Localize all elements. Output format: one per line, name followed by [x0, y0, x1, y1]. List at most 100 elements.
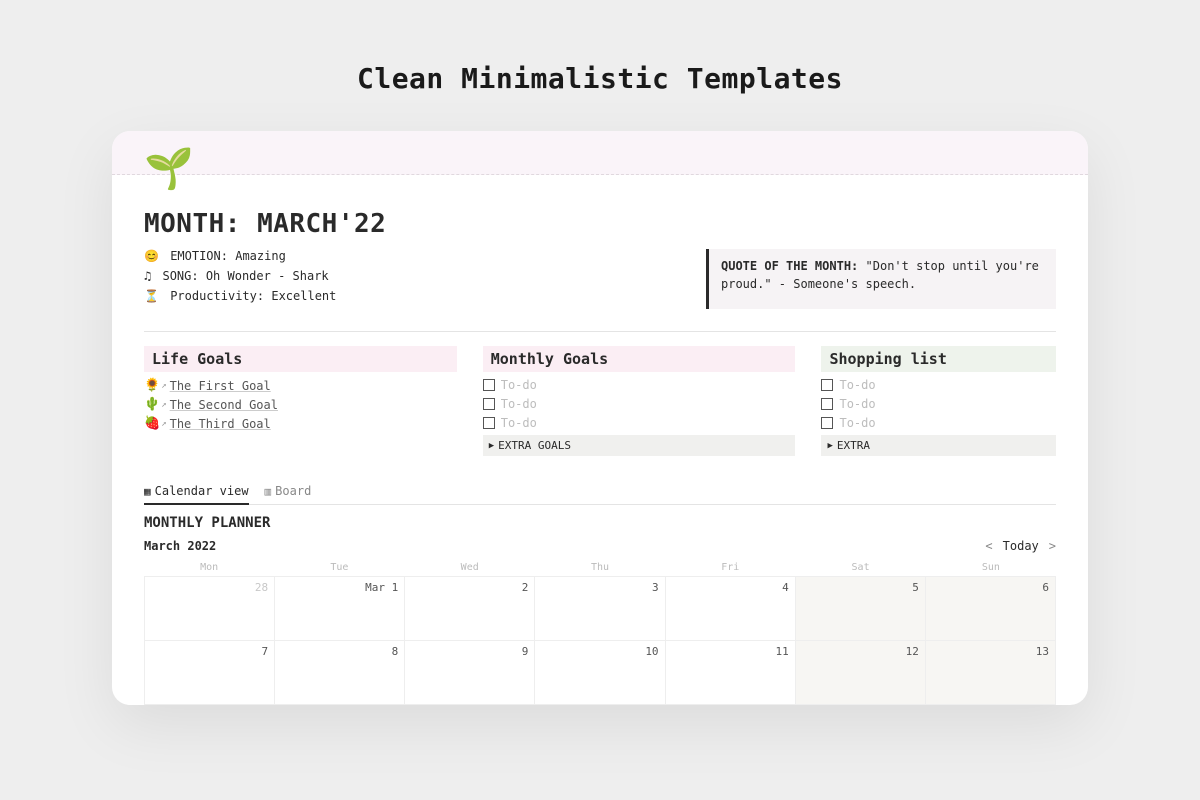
calendar-cell[interactable]: 5 — [796, 577, 926, 641]
meta-productivity[interactable]: ⏳ Productivity: Excellent — [144, 289, 674, 303]
tab-calendar-label: Calendar view — [155, 484, 249, 498]
calendar-dow: Wed — [405, 559, 535, 576]
page-title[interactable]: MONTH: MARCH'22 — [144, 209, 1056, 239]
todo-label: To-do — [501, 397, 537, 411]
life-goals-header: Life Goals — [144, 346, 457, 372]
quote-of-month[interactable]: QUOTE OF THE MONTH: "Don't stop until yo… — [706, 249, 1056, 309]
calendar-cell[interactable]: 2 — [405, 577, 535, 641]
calendar-cell[interactable]: 7 — [145, 641, 275, 705]
view-tabs: ▦ Calendar view ▥ Board — [144, 484, 1056, 505]
tab-board-label: Board — [275, 484, 311, 498]
calendar-cell[interactable]: 28 — [145, 577, 275, 641]
life-goal-link[interactable]: 🌻↗ The First Goal — [144, 378, 457, 393]
calendar-cell[interactable]: 10 — [535, 641, 665, 705]
life-goal-label: The Second Goal — [170, 398, 278, 412]
extra-goals-toggle[interactable]: ▶ EXTRA GOALS — [483, 435, 796, 456]
calendar-dow: Thu — [535, 559, 665, 576]
calendar-dow: Sat — [795, 559, 925, 576]
calendar-dow: Sun — [926, 559, 1056, 576]
calendar-today-button[interactable]: Today — [1003, 539, 1039, 553]
calendar-cell[interactable]: 8 — [275, 641, 405, 705]
monthly-todo-item[interactable]: To-do — [483, 416, 796, 430]
life-goal-label: The Third Goal — [170, 417, 271, 431]
seedling-icon[interactable]: 🌱 — [144, 149, 1088, 189]
meta-emotion-value: Amazing — [235, 249, 286, 263]
calendar-day-number: 10 — [645, 645, 658, 658]
calendar-prev-button[interactable]: < — [985, 539, 992, 553]
calendar-day-number: 4 — [782, 581, 789, 594]
board-icon: ▥ — [265, 485, 272, 498]
extra-shopping-toggle[interactable]: ▶ EXTRA — [821, 435, 1056, 456]
checkbox-icon[interactable] — [821, 379, 833, 391]
calendar-day-number: 6 — [1042, 581, 1049, 594]
calendar-day-number: 5 — [912, 581, 919, 594]
page-heading: Clean Minimalistic Templates — [0, 0, 1200, 131]
calendar-day-number: 28 — [255, 581, 268, 594]
goal-emoji-icon: 🌵 — [144, 397, 160, 412]
checkbox-icon[interactable] — [821, 417, 833, 429]
meta-song-label: SONG: — [162, 269, 198, 283]
calendar-cell[interactable]: 13 — [926, 641, 1056, 705]
quote-label: QUOTE OF THE MONTH: — [721, 259, 858, 273]
calendar-day-number: 7 — [262, 645, 269, 658]
calendar-day-number: 11 — [775, 645, 788, 658]
calendar-dow: Fri — [665, 559, 795, 576]
link-arrow-icon: ↗ — [161, 419, 166, 429]
calendar-day-number: 8 — [392, 645, 399, 658]
meta-emotion[interactable]: 😊 EMOTION: Amazing — [144, 249, 674, 263]
calendar-cell[interactable]: 3 — [535, 577, 665, 641]
calendar-month-label[interactable]: March 2022 — [144, 539, 216, 553]
goal-emoji-icon: 🌻 — [144, 378, 160, 393]
calendar-day-number: 12 — [906, 645, 919, 658]
checkbox-icon[interactable] — [821, 398, 833, 410]
calendar-nav: < Today > — [985, 539, 1056, 553]
calendar-grid: 28 Mar 1 2 3 4 5 6 7 8 9 10 11 12 13 — [144, 576, 1056, 705]
calendar-cell[interactable]: 4 — [666, 577, 796, 641]
checkbox-icon[interactable] — [483, 398, 495, 410]
checkbox-icon[interactable] — [483, 379, 495, 391]
tab-board[interactable]: ▥ Board — [265, 484, 312, 498]
monthly-todo-item[interactable]: To-do — [483, 397, 796, 411]
life-goal-link[interactable]: 🌵↗The Second Goal — [144, 397, 457, 412]
calendar-dow-row: MonTueWedThuFriSatSun — [144, 559, 1056, 576]
calendar-cell[interactable]: 12 — [796, 641, 926, 705]
calendar-day-number: 3 — [652, 581, 659, 594]
music-note-icon: ♫ — [144, 269, 151, 283]
triangle-right-icon: ▶ — [827, 441, 832, 451]
todo-label: To-do — [839, 378, 875, 392]
shopping-list-column: Shopping list To-doTo-doTo-do ▶ EXTRA — [821, 346, 1056, 456]
meta-song-value: Oh Wonder - Shark — [206, 269, 329, 283]
monthly-goals-header: Monthly Goals — [483, 346, 796, 372]
calendar-icon: ▦ — [144, 485, 151, 498]
calendar-dow: Mon — [144, 559, 274, 576]
life-goals-column: Life Goals 🌻↗The First Goal🌵↗The Second … — [144, 346, 457, 456]
meta-song[interactable]: ♫ SONG: Oh Wonder - Shark — [144, 269, 674, 283]
meta-emotion-label: EMOTION: — [170, 249, 228, 263]
shopping-todo-item[interactable]: To-do — [821, 416, 1056, 430]
shopping-todo-item[interactable]: To-do — [821, 397, 1056, 411]
todo-label: To-do — [501, 416, 537, 430]
planner-title: MONTHLY PLANNER — [144, 515, 1056, 531]
calendar-cell[interactable]: Mar 1 — [275, 577, 405, 641]
link-arrow-icon: ↗ — [161, 381, 166, 391]
extra-goals-label: EXTRA GOALS — [498, 439, 571, 452]
monthly-todo-item[interactable]: To-do — [483, 378, 796, 392]
life-goal-label: The First Goal — [170, 379, 271, 393]
todo-label: To-do — [839, 416, 875, 430]
shopping-todo-item[interactable]: To-do — [821, 378, 1056, 392]
calendar-next-button[interactable]: > — [1049, 539, 1056, 553]
calendar-cell[interactable]: 11 — [666, 641, 796, 705]
calendar-cell[interactable]: 6 — [926, 577, 1056, 641]
calendar-day-number: Mar 1 — [365, 581, 398, 594]
tab-calendar-view[interactable]: ▦ Calendar view — [144, 484, 249, 505]
life-goal-link[interactable]: 🍓↗The Third Goal — [144, 416, 457, 431]
meta-productivity-label: Productivity: — [170, 289, 264, 303]
meta-properties: 😊 EMOTION: Amazing ♫ SONG: Oh Wonder - S… — [144, 249, 674, 309]
meta-productivity-value: Excellent — [271, 289, 336, 303]
calendar-dow: Tue — [274, 559, 404, 576]
monthly-goals-column: Monthly Goals To-do To-do To-do ▶ EXTRA GO… — [483, 346, 796, 456]
divider — [144, 331, 1056, 332]
calendar-day-number: 9 — [522, 645, 529, 658]
calendar-cell[interactable]: 9 — [405, 641, 535, 705]
checkbox-icon[interactable] — [483, 417, 495, 429]
